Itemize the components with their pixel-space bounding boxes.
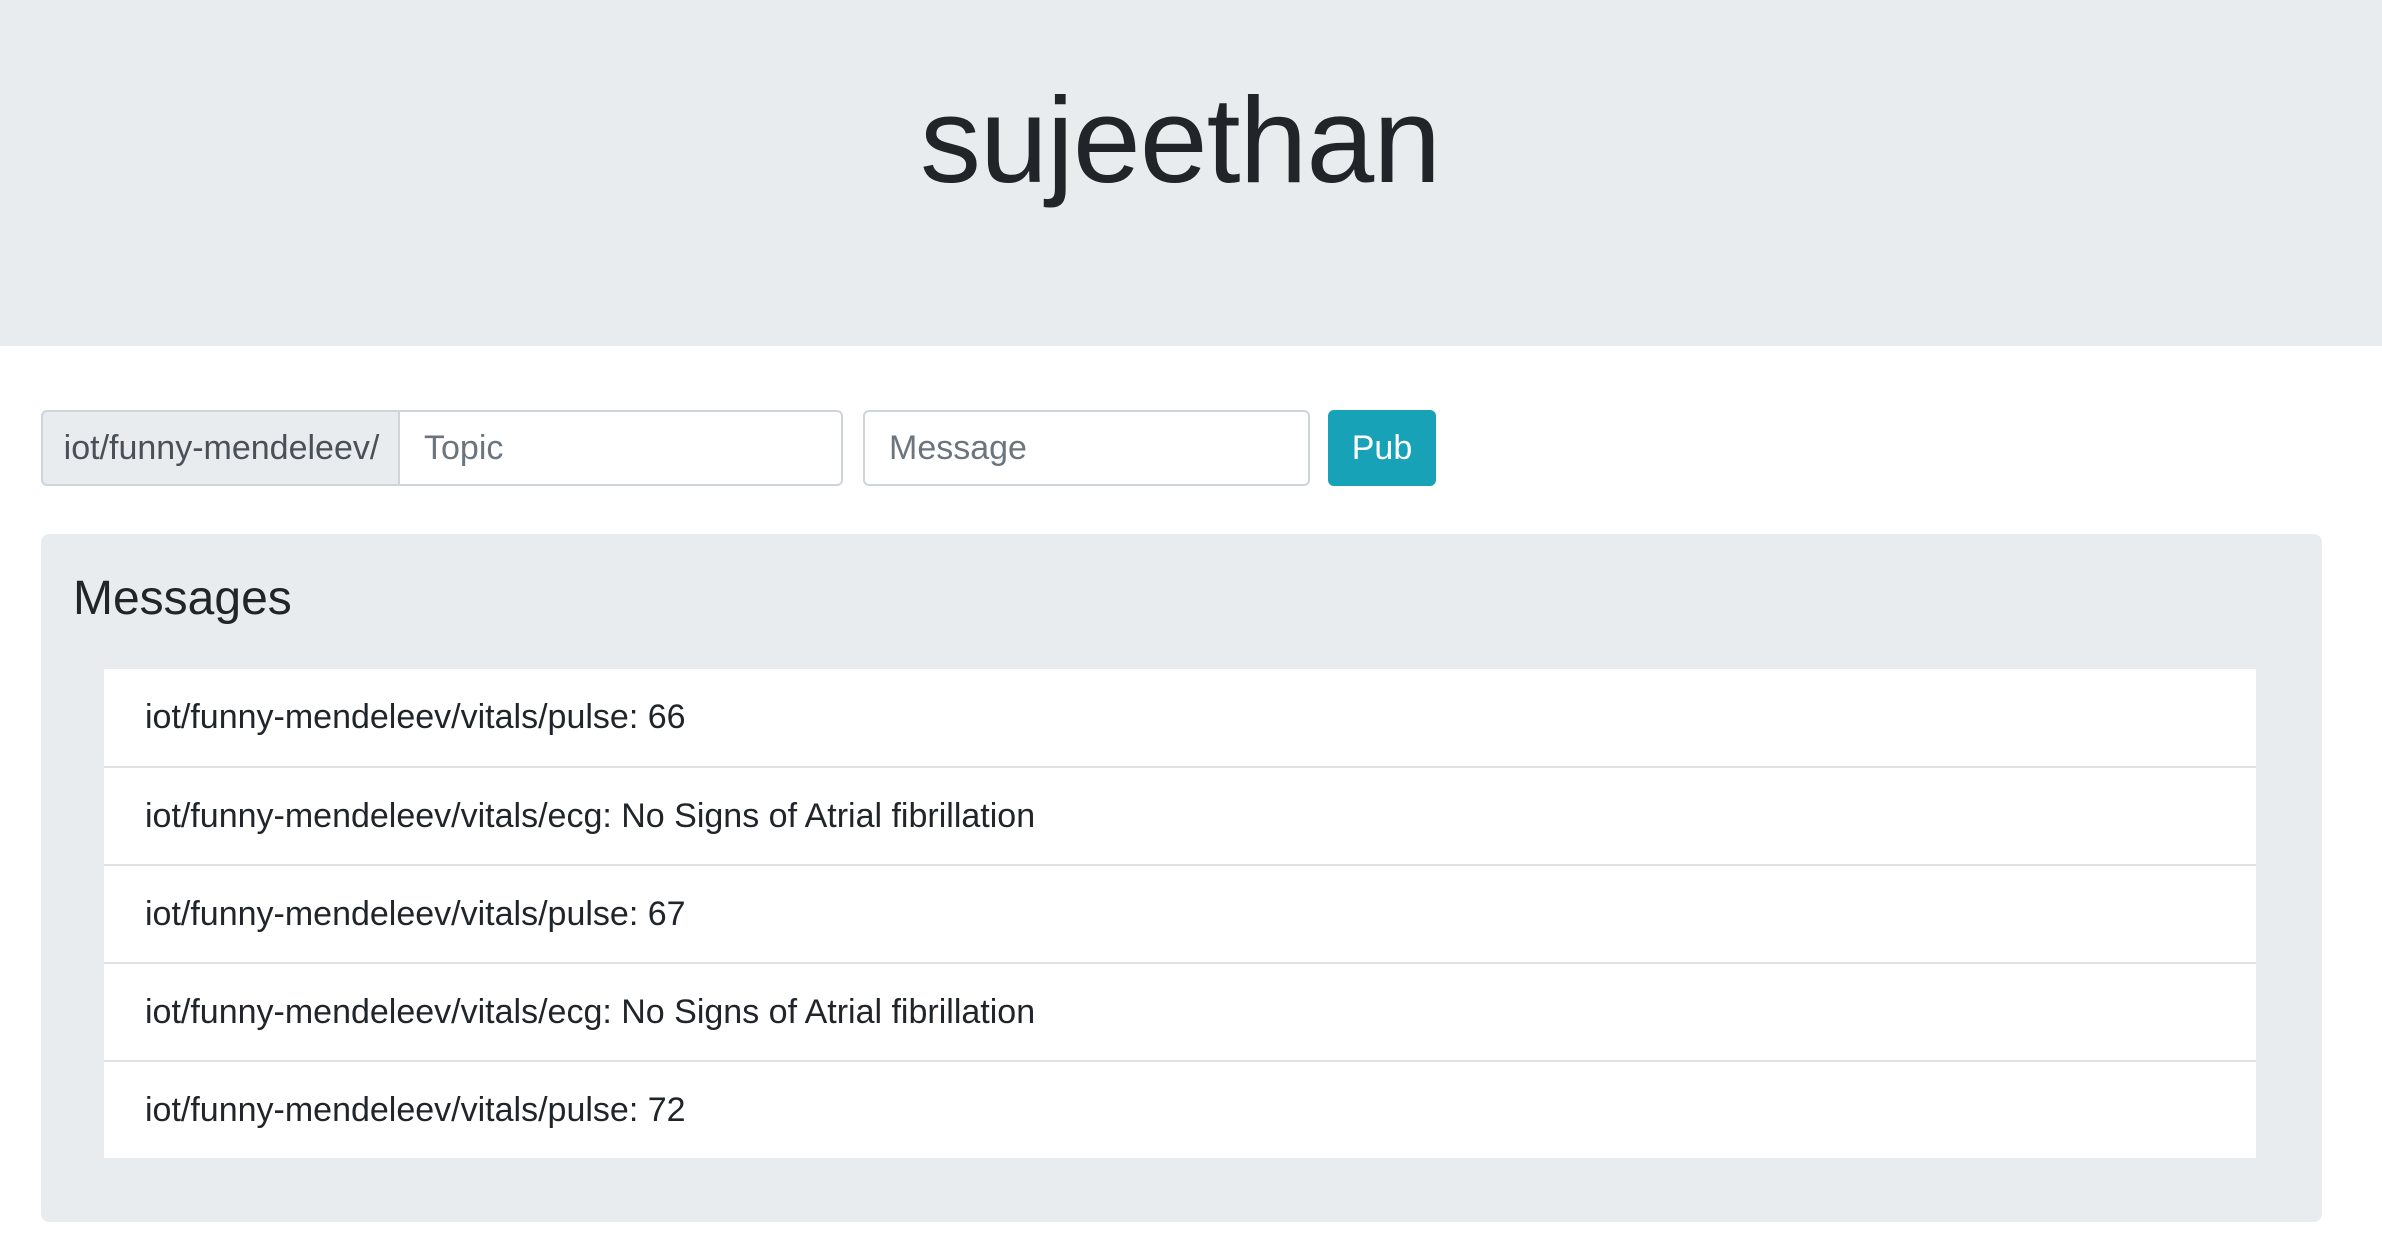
message-input[interactable]	[863, 410, 1310, 486]
list-item: iot/funny-mendeleev/vitals/pulse: 66	[145, 698, 686, 736]
pub-button[interactable]: Pub	[1328, 410, 1436, 486]
topic-prefix: iot/funny-mendeleev/	[41, 410, 400, 486]
header-jumbotron: sujeethan	[0, 0, 2382, 346]
topic-input-group: iot/funny-mendeleev/	[41, 410, 843, 486]
list-item: iot/funny-mendeleev/vitals/ecg: No Signs…	[104, 766, 2256, 864]
messages-panel: Messages iot/funny-mendeleev/vitals/puls…	[41, 534, 2322, 1222]
list-item: iot/funny-mendeleev/vitals/ecg: No Signs…	[104, 962, 2256, 1060]
list-item: iot/funny-mendeleev/vitals/pulse: 67	[104, 864, 2256, 962]
topic-input[interactable]	[398, 410, 843, 486]
message-list: iot/funny-mendeleev/vitals/pulse: 66 iot…	[104, 669, 2256, 1158]
list-item: iot/funny-mendeleev/vitals/pulse: 72	[104, 1060, 2256, 1158]
page-title: sujeethan	[919, 72, 1441, 208]
messages-heading: Messages	[73, 572, 292, 625]
